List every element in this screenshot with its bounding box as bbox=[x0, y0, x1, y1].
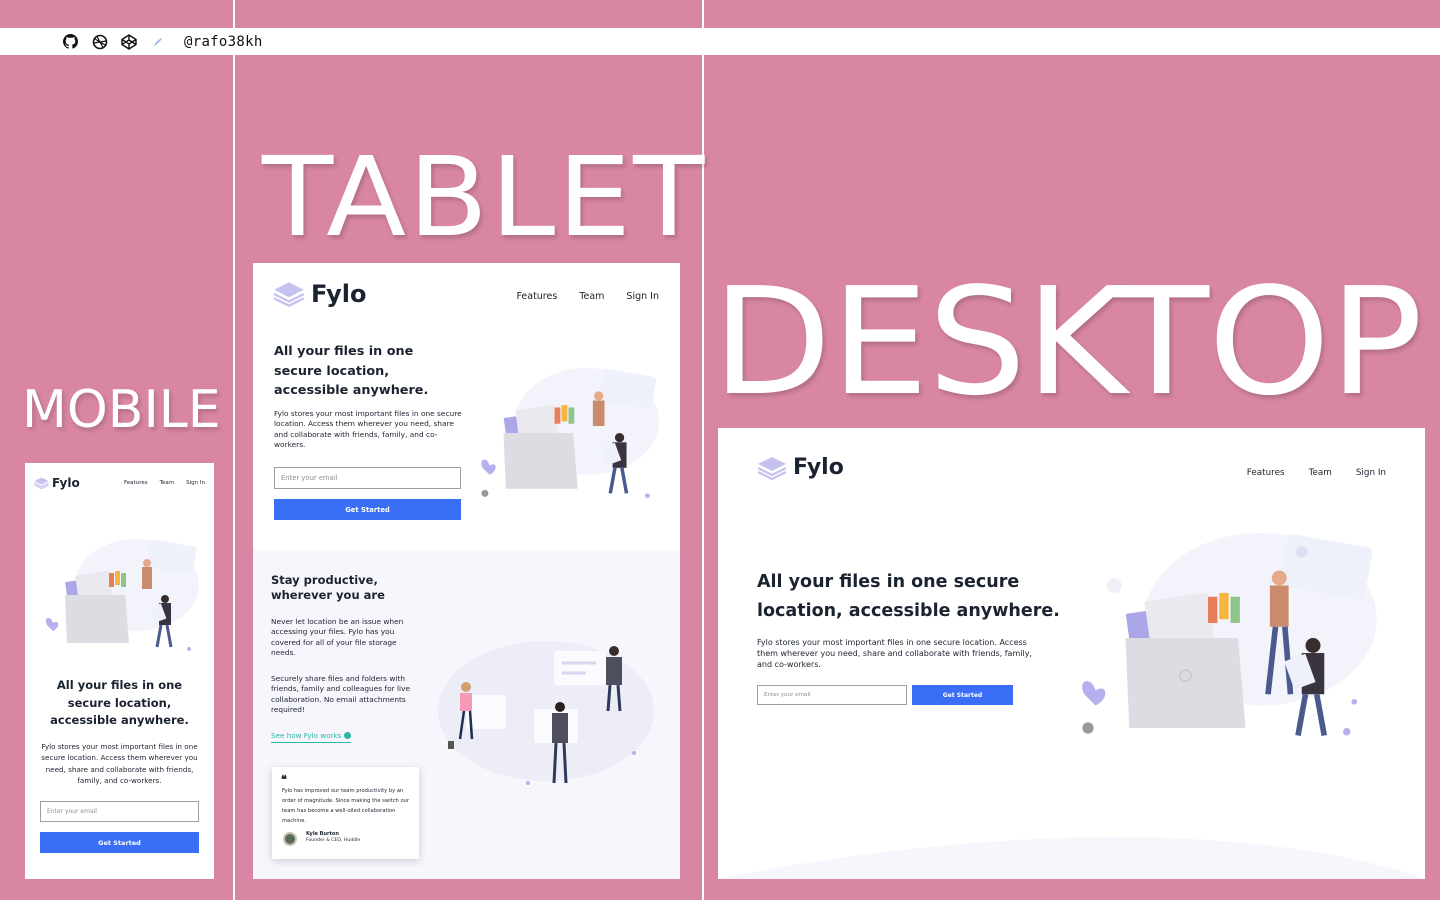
nav-features[interactable]: Features bbox=[516, 291, 557, 302]
fylo-logo-icon bbox=[34, 477, 49, 489]
hero-title: All your files in one secure location, a… bbox=[50, 678, 189, 727]
brand-name: Fylo bbox=[311, 280, 367, 308]
hero-title-line-1: All your files in one secure bbox=[757, 572, 1020, 592]
nav: Features Team Sign In bbox=[1247, 468, 1386, 478]
nav-team[interactable]: Team bbox=[1309, 468, 1332, 478]
desktop-preview: Fylo Features Team Sign In All your file… bbox=[718, 428, 1425, 879]
fylo-logo-icon bbox=[757, 456, 787, 480]
hero-illustration bbox=[45, 539, 199, 651]
frontend-mentor-icon[interactable] bbox=[91, 33, 108, 50]
email-input[interactable]: Enter your email bbox=[274, 467, 461, 489]
get-started-button[interactable]: Get Started bbox=[274, 499, 461, 520]
nav: Features Team Sign In bbox=[516, 291, 659, 302]
get-started-button[interactable]: Get Started bbox=[912, 685, 1013, 705]
nav-team[interactable]: Team bbox=[579, 291, 604, 302]
avatar bbox=[283, 832, 297, 846]
author-handle[interactable]: @rafo38kh bbox=[184, 34, 263, 50]
productive-title: Stay productive, wherever you are bbox=[271, 573, 385, 602]
hero-illustration bbox=[1082, 533, 1377, 737]
productive-illustration bbox=[438, 641, 654, 785]
quote-icon: ❝ bbox=[281, 773, 287, 786]
tablet-preview: Fylo Features Team Sign In All your file… bbox=[253, 263, 680, 879]
top-bar: @rafo38kh bbox=[0, 28, 1440, 55]
brand-name: Fylo bbox=[793, 455, 844, 480]
label-tablet: TABLET bbox=[262, 133, 707, 261]
email-input[interactable]: Enter your email bbox=[757, 685, 907, 705]
nav-features[interactable]: Features bbox=[124, 480, 148, 486]
testimonial-name: Kyle Burton bbox=[306, 831, 339, 837]
nav-sign-in[interactable]: Sign In bbox=[186, 480, 205, 486]
nav: Features Team Sign In bbox=[124, 480, 205, 486]
nav-features[interactable]: Features bbox=[1247, 468, 1285, 478]
nav-sign-in[interactable]: Sign In bbox=[1356, 468, 1386, 478]
hero-title-line-2: location, accessible anywhere. bbox=[757, 601, 1060, 621]
codepen-icon[interactable] bbox=[120, 33, 137, 50]
see-how-link[interactable]: See how Fylo works bbox=[271, 731, 352, 743]
email-input[interactable]: Enter your email bbox=[40, 801, 199, 822]
github-icon[interactable] bbox=[62, 33, 79, 50]
label-desktop: DESKTOP bbox=[712, 256, 1423, 428]
bottom-curve bbox=[718, 837, 1425, 879]
testimonial-quote: Fylo has improved our team productivity … bbox=[282, 788, 410, 824]
get-started-button[interactable]: Get Started bbox=[40, 832, 199, 853]
nav-sign-in[interactable]: Sign In bbox=[626, 291, 659, 302]
logo[interactable]: Fylo bbox=[34, 476, 80, 490]
brand-name: Fylo bbox=[52, 476, 80, 490]
testimonial-role: Founder & CEO, Huddle bbox=[306, 838, 361, 843]
productive-p1: Never let location be an issue when acce… bbox=[271, 617, 404, 658]
logo[interactable]: Fylo bbox=[273, 280, 366, 308]
hero-body: Fylo stores your most important files in… bbox=[757, 638, 1032, 669]
nav-team[interactable]: Team bbox=[160, 480, 175, 486]
arrow-circle-icon bbox=[344, 732, 352, 739]
hero-title: All your files in one secure location, a… bbox=[757, 568, 1060, 626]
hero-body: Fylo stores your most important files in… bbox=[41, 742, 198, 785]
hero-title: All your files in one secure location, a… bbox=[274, 344, 429, 398]
divider-left bbox=[233, 0, 235, 900]
see-how-link-label: See how Fylo works bbox=[271, 731, 342, 740]
hero-body: Fylo stores your most important files in… bbox=[274, 409, 462, 450]
fylo-logo-icon bbox=[273, 282, 305, 307]
productive-p2: Securely share files and folders with fr… bbox=[271, 674, 411, 715]
hero-illustration bbox=[481, 368, 660, 498]
label-mobile: MOBILE bbox=[22, 380, 221, 440]
mobile-preview: Fylo Features Team Sign In All your file… bbox=[25, 463, 214, 879]
logo[interactable]: Fylo bbox=[757, 455, 844, 480]
feather-icon[interactable] bbox=[149, 33, 166, 50]
testimonial-card: ❝ Fylo has improved our team productivit… bbox=[272, 767, 419, 859]
